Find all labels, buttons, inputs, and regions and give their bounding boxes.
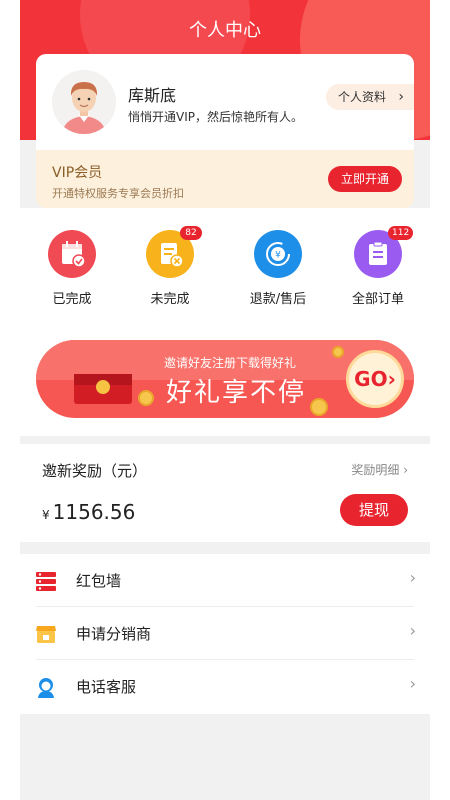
invite-banner[interactable]: 邀请好友注册下载得好礼 好礼享不停 GO›: [36, 340, 414, 418]
unfinished-count-badge: 82: [180, 226, 202, 240]
page-title: 个人中心: [189, 20, 261, 41]
order-label: 已完成: [52, 292, 92, 307]
menu-item-phone-support[interactable]: 电话客服 ›: [20, 660, 430, 713]
chevron-right-icon: ›: [409, 674, 416, 693]
svg-text:¥: ¥: [275, 251, 281, 261]
activate-vip-button[interactable]: 立即开通: [328, 166, 402, 192]
user-name: 库斯底: [128, 86, 177, 105]
order-label: 退款/售后: [249, 292, 307, 307]
vip-title: VIP会员: [52, 165, 103, 181]
customer-service-icon: [38, 678, 54, 698]
calendar-check-icon: [48, 230, 96, 278]
coin-icon: [332, 346, 344, 358]
banner-title: 好礼享不停: [166, 378, 307, 408]
order-completed[interactable]: 已完成: [32, 230, 112, 307]
vip-card: VIP会员 开通特权服务专享会员折扣 立即开通: [36, 150, 414, 208]
reward-title: 邀新奖励（元）: [42, 462, 148, 480]
menu-item-red-envelope-wall[interactable]: 红包墙 ›: [20, 554, 430, 607]
shop-icon: [36, 626, 56, 643]
order-all[interactable]: 112 全部订单: [338, 226, 418, 307]
chevron-right-icon: ›: [409, 568, 416, 587]
banner-section: 邀请好友注册下载得好礼 好礼享不停 GO›: [20, 318, 430, 436]
invite-reward-card: 邀新奖励（元） 奖励明细 › ¥1156.56 提现: [20, 444, 430, 542]
red-envelope-icon: [74, 374, 132, 404]
order-shortcuts: 已完成 82 未完成 ¥ 退款/售后 112 全部订单: [20, 208, 430, 318]
user-slogan: 悄悄开通VIP，然后惊艳所有人。: [128, 110, 303, 124]
chevron-right-icon: ›: [398, 89, 404, 105]
reward-amount-value: 1156.56: [52, 500, 136, 524]
refund-icon: ¥: [254, 230, 302, 278]
settings-menu: 红包墙 › 申请分销商 › 电话客服 ›: [20, 554, 430, 714]
coin-icon: [310, 398, 328, 416]
chevron-right-icon: ›: [409, 621, 416, 640]
profile-card: 库斯底 悄悄开通VIP，然后惊艳所有人。 个人资料 ›: [36, 54, 414, 150]
profile-info-button[interactable]: 个人资料 ›: [326, 84, 414, 110]
document-cancel-icon: 82: [146, 226, 202, 278]
order-label: 全部订单: [351, 292, 404, 307]
menu-label: 电话客服: [76, 678, 137, 696]
clipboard-icon: 112: [354, 226, 414, 278]
withdraw-button[interactable]: 提现: [340, 494, 408, 526]
go-button[interactable]: GO›: [346, 350, 404, 408]
reward-amount: ¥1156.56: [42, 500, 135, 524]
all-orders-count-badge: 112: [388, 226, 414, 240]
menu-label: 红包墙: [76, 572, 122, 590]
order-refund[interactable]: ¥ 退款/售后: [238, 230, 318, 307]
coin-icon: [138, 390, 154, 406]
currency-symbol: ¥: [42, 508, 50, 522]
order-unfinished[interactable]: 82 未完成: [130, 226, 210, 307]
profile-info-label: 个人资料: [338, 90, 387, 104]
red-envelope-wall-icon: [36, 572, 56, 591]
reward-detail-link[interactable]: 奖励明细 ›: [351, 461, 408, 478]
avatar[interactable]: [52, 70, 116, 134]
vip-description: 开通特权服务专享会员折扣: [52, 187, 184, 200]
menu-item-apply-distributor[interactable]: 申请分销商 ›: [20, 607, 430, 660]
order-label: 未完成: [150, 292, 190, 307]
banner-subtitle: 邀请好友注册下载得好礼: [164, 356, 297, 370]
phone-screen: 个人中心 库斯底 悄悄开通VIP，然后惊艳所有人。 个人资料 › VIP会员 开…: [20, 0, 430, 800]
menu-label: 申请分销商: [76, 625, 152, 643]
avatar-image: [52, 70, 116, 134]
